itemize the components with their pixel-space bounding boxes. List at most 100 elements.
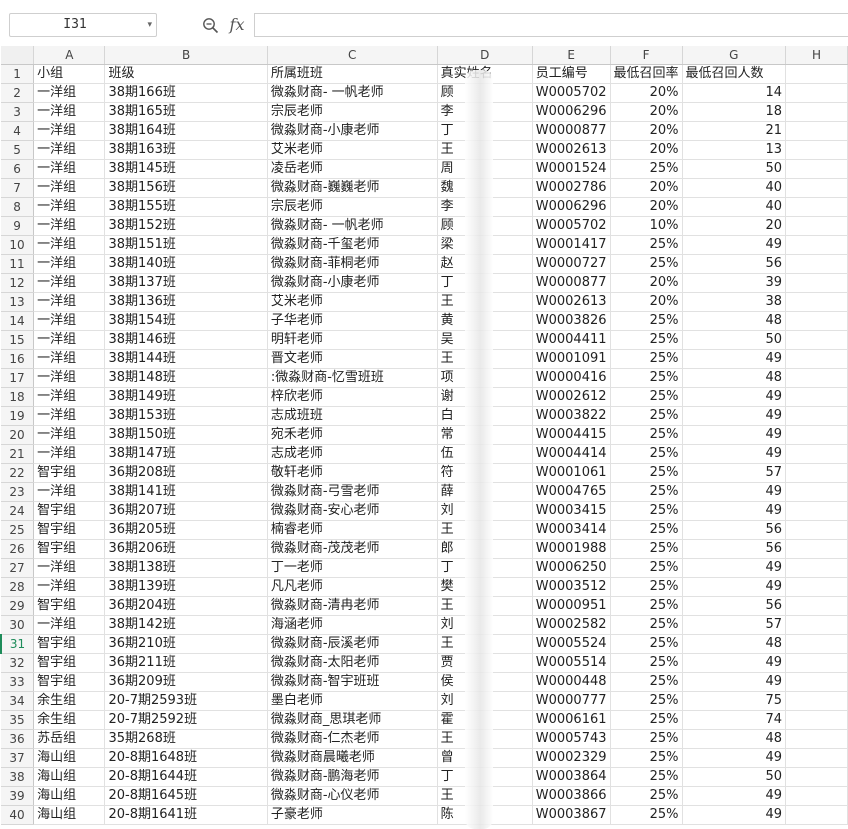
cell[interactable] — [785, 672, 848, 692]
row-header[interactable]: 37 — [1, 748, 35, 768]
cell[interactable]: 微淼财商-仁杰老师 — [267, 729, 438, 749]
cell[interactable]: 最低召回率 — [610, 64, 683, 84]
row-header[interactable]: 4 — [1, 121, 35, 141]
cell[interactable]: 50 — [682, 159, 787, 179]
cell[interactable]: 25% — [610, 368, 683, 388]
cell[interactable]: 微淼财商-心仪老师 — [267, 786, 438, 806]
column-header-a[interactable]: A — [33, 46, 106, 65]
cell[interactable]: 一洋组 — [33, 425, 106, 445]
cell[interactable]: W0002582 — [532, 615, 611, 635]
row-header[interactable]: 22 — [1, 463, 35, 483]
cell[interactable]: 小组 — [33, 64, 106, 84]
cell[interactable]: 微淼财商-巍巍老师 — [267, 178, 438, 198]
row-header[interactable]: 17 — [1, 368, 35, 388]
select-all-corner[interactable] — [1, 46, 35, 65]
row-header[interactable]: 38 — [1, 767, 35, 787]
cell[interactable]: W0003415 — [532, 501, 611, 521]
cell[interactable]: 智宇组 — [33, 653, 106, 673]
cell[interactable]: 20-8期1648班 — [104, 748, 268, 768]
cell[interactable]: 微淼财商-太阳老师 — [267, 653, 438, 673]
cell[interactable]: 25% — [610, 501, 683, 521]
cell[interactable]: 25% — [610, 235, 683, 255]
cell[interactable]: 40 — [682, 197, 787, 217]
cell[interactable] — [785, 444, 848, 464]
cell[interactable]: 微淼财商晨曦老师 — [267, 748, 438, 768]
cell[interactable]: 20-7期2592班 — [104, 710, 268, 730]
row-header[interactable]: 19 — [1, 406, 35, 426]
cell[interactable]: 57 — [682, 615, 787, 635]
cell[interactable]: 一洋组 — [33, 349, 106, 369]
cell[interactable]: 微淼财商-小康老师 — [267, 273, 438, 293]
cell[interactable]: 38期138班 — [104, 558, 268, 578]
formula-input[interactable] — [254, 13, 848, 37]
cell[interactable] — [785, 596, 848, 616]
cell[interactable] — [785, 615, 848, 635]
cell[interactable] — [785, 64, 848, 84]
cell[interactable]: 25% — [610, 653, 683, 673]
cell[interactable]: 38期151班 — [104, 235, 268, 255]
row-header[interactable]: 27 — [1, 558, 35, 578]
column-header-e[interactable]: E — [532, 46, 611, 65]
row-header[interactable]: 11 — [1, 254, 35, 274]
cell[interactable] — [785, 292, 848, 312]
cell[interactable]: 海山组 — [33, 767, 106, 787]
cell[interactable]: 25% — [610, 767, 683, 787]
cell[interactable]: 36期207班 — [104, 501, 268, 521]
cell[interactable]: 一洋组 — [33, 235, 106, 255]
cell[interactable] — [785, 197, 848, 217]
cell[interactable]: W0000877 — [532, 273, 611, 293]
cell[interactable]: 49 — [682, 558, 787, 578]
cell[interactable]: 宛禾老师 — [267, 425, 438, 445]
cell[interactable]: 38期156班 — [104, 178, 268, 198]
cell[interactable]: 36期208班 — [104, 463, 268, 483]
cell[interactable]: 微淼财商-智宇班班 — [267, 672, 438, 692]
cell[interactable]: 38期155班 — [104, 197, 268, 217]
cell[interactable]: 38期145班 — [104, 159, 268, 179]
cell[interactable]: 49 — [682, 805, 787, 825]
cell[interactable]: W0006296 — [532, 197, 611, 217]
cell[interactable]: 40 — [682, 178, 787, 198]
cell[interactable]: 微淼财商-鹏海老师 — [267, 767, 438, 787]
cell[interactable]: 20% — [610, 102, 683, 122]
row-header[interactable]: 3 — [1, 102, 35, 122]
cell[interactable]: 余生组 — [33, 691, 106, 711]
cell[interactable]: 25% — [610, 748, 683, 768]
cell[interactable]: 一洋组 — [33, 444, 106, 464]
cell[interactable]: 25% — [610, 596, 683, 616]
cell[interactable]: W0005514 — [532, 653, 611, 673]
cell[interactable]: 74 — [682, 710, 787, 730]
row-header[interactable]: 1 — [1, 64, 35, 84]
cell[interactable]: 一洋组 — [33, 178, 106, 198]
cell[interactable]: 49 — [682, 501, 787, 521]
cell[interactable]: 48 — [682, 368, 787, 388]
cell[interactable]: 49 — [682, 444, 787, 464]
column-header-h[interactable]: H — [785, 46, 848, 65]
cell[interactable] — [785, 387, 848, 407]
cell[interactable]: W0000416 — [532, 368, 611, 388]
cell[interactable]: 25% — [610, 577, 683, 597]
cell[interactable]: 49 — [682, 387, 787, 407]
cell[interactable]: 智宇组 — [33, 520, 106, 540]
cell[interactable]: 子华老师 — [267, 311, 438, 331]
cell[interactable]: 25% — [610, 463, 683, 483]
row-header[interactable]: 9 — [1, 216, 35, 236]
cell[interactable]: W0000951 — [532, 596, 611, 616]
cell[interactable]: 20 — [682, 216, 787, 236]
cell[interactable]: 子豪老师 — [267, 805, 438, 825]
row-header[interactable]: 33 — [1, 672, 35, 692]
cell[interactable]: 36期211班 — [104, 653, 268, 673]
cell[interactable]: 一洋组 — [33, 368, 106, 388]
cell[interactable]: W0002613 — [532, 292, 611, 312]
cell[interactable]: W0002613 — [532, 140, 611, 160]
cell[interactable]: 49 — [682, 672, 787, 692]
column-header-d[interactable]: D — [437, 46, 533, 65]
cell[interactable]: 20-8期1641班 — [104, 805, 268, 825]
cell[interactable]: 海山组 — [33, 786, 106, 806]
cell[interactable]: 57 — [682, 463, 787, 483]
cell[interactable]: 56 — [682, 539, 787, 559]
cell[interactable]: 一洋组 — [33, 558, 106, 578]
cell[interactable]: 20% — [610, 140, 683, 160]
cell[interactable]: 一洋组 — [33, 159, 106, 179]
cell[interactable] — [785, 748, 848, 768]
cell[interactable]: 38期165班 — [104, 102, 268, 122]
